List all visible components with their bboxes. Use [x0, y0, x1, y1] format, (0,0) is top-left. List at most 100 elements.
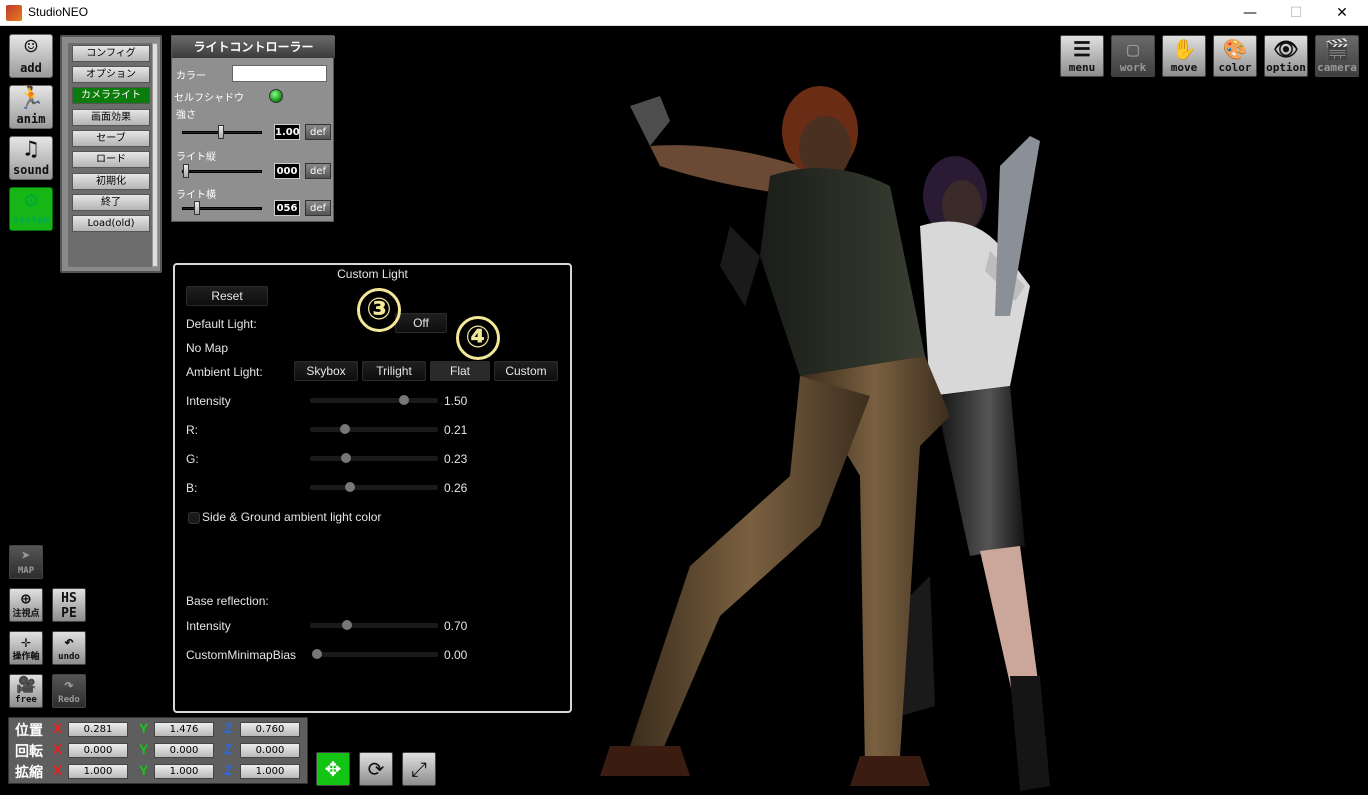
minimize-button[interactable]: — [1227, 0, 1273, 26]
ambient-trilight-button[interactable]: Trilight [362, 361, 426, 381]
hand-icon: ✋ [1171, 37, 1197, 61]
map-arrow-icon: ➤ [21, 546, 31, 565]
reflection-intensity-value: 0.70 [444, 619, 468, 633]
crosshair-icon: ⊕ [21, 589, 31, 608]
move-arrows-icon: ✥ [324, 757, 342, 781]
minimap-bias-value: 0.00 [444, 648, 468, 662]
horizontal-def-button[interactable]: def [305, 200, 331, 216]
scale-tool-button[interactable]: ⤢ [402, 752, 436, 786]
anim-button[interactable]: 🏃 anim [9, 85, 53, 129]
menu-item-screen-effect[interactable]: 画面効果 [72, 109, 150, 126]
menu-item-option[interactable]: オプション [72, 66, 150, 83]
3d-viewport[interactable]: ☺ add 🏃 anim ♫ sound ⚙ system コンフィグ オプショ… [0, 26, 1368, 795]
close-button[interactable]: ✕ [1319, 0, 1365, 26]
menu-item-camera-light[interactable]: カメラライト [72, 87, 150, 104]
r-slider[interactable] [310, 424, 438, 434]
maximize-button[interactable]: ☐ [1273, 0, 1319, 26]
horizontal-slider[interactable] [182, 201, 262, 215]
b-slider[interactable] [310, 482, 438, 492]
focus-point-button[interactable]: ⊕ 注視点 [9, 588, 43, 622]
g-value: 0.23 [444, 452, 468, 466]
free-camera-button[interactable]: 🎥 free [9, 674, 43, 708]
menu-item-exit[interactable]: 終了 [72, 194, 150, 211]
transform-panel: 位置 X 0.281 Y 1.476 Z 0.760 回転 X 0.000 Y … [8, 717, 308, 784]
ambient-skybox-button[interactable]: Skybox [294, 361, 358, 381]
minimap-bias-slider[interactable] [312, 649, 438, 659]
system-button[interactable]: ⚙ system [9, 187, 53, 231]
menu-item-initialize[interactable]: 初期化 [72, 173, 150, 190]
position-z-field[interactable]: 0.760 [240, 722, 300, 737]
position-x-field[interactable]: 0.281 [68, 722, 128, 737]
b-value: 0.26 [444, 481, 468, 495]
strength-slider[interactable] [182, 125, 262, 139]
vertical-slider[interactable] [182, 164, 262, 178]
g-slider-thumb[interactable] [341, 453, 351, 463]
scale-y-axis-label: Y [139, 762, 149, 778]
sound-button[interactable]: ♫ sound [9, 136, 53, 180]
reset-button[interactable]: Reset [186, 286, 268, 306]
strength-value[interactable]: 1.00 [274, 124, 300, 140]
horizontal-value[interactable]: 056 [274, 200, 300, 216]
hspe-button[interactable]: HS PE [52, 588, 86, 622]
horizontal-slider-thumb[interactable] [194, 201, 200, 215]
reflection-intensity-slider[interactable] [310, 620, 438, 630]
vertical-def-button[interactable]: def [305, 163, 331, 179]
rotate-tool-button[interactable]: ⟳ [359, 752, 393, 786]
menu-item-save[interactable]: セーブ [72, 130, 150, 147]
menu-item-config[interactable]: コンフィグ [72, 45, 150, 62]
scale-y-field[interactable]: 1.000 [154, 764, 214, 779]
move-tool-button[interactable]: ✥ [316, 752, 350, 786]
light-color-swatch[interactable] [232, 65, 327, 82]
rotation-z-field[interactable]: 0.000 [240, 743, 300, 758]
menu-item-load[interactable]: ロード [72, 151, 150, 168]
default-light-toggle[interactable]: Off [395, 313, 447, 333]
color-button[interactable]: 🎨 color [1213, 35, 1257, 77]
map-button[interactable]: ➤ MAP [9, 545, 43, 579]
minimap-bias-slider-thumb[interactable] [312, 649, 322, 659]
work-button[interactable]: ▢ work [1111, 35, 1155, 77]
annotation-four: ④ [456, 316, 500, 360]
ambient-flat-button[interactable]: Flat [430, 361, 490, 381]
intensity-slider-thumb[interactable] [399, 395, 409, 405]
rotation-label: 回転 [15, 744, 43, 760]
undo-button[interactable]: ↶ undo [52, 631, 86, 665]
g-slider[interactable] [310, 453, 438, 463]
intensity-slider[interactable] [310, 395, 438, 405]
vertical-slider-thumb[interactable] [183, 164, 189, 178]
strength-label: 強さ [176, 110, 196, 121]
scale-z-axis-label: Z [224, 762, 233, 778]
rotation-y-field[interactable]: 0.000 [154, 743, 214, 758]
option-button[interactable]: 👁 option [1264, 35, 1308, 77]
side-ground-checkbox[interactable] [188, 512, 200, 524]
self-shadow-toggle[interactable] [269, 89, 283, 103]
minimap-bias-label: CustomMinimapBias [186, 648, 297, 662]
vertical-value[interactable]: 000 [274, 163, 300, 179]
horizontal-label: ライト横 [176, 190, 216, 201]
camera-button[interactable]: 🎬 camera [1315, 35, 1359, 77]
gears-icon: ⚙ [24, 188, 38, 213]
position-y-axis-label: Y [139, 720, 149, 736]
menu-item-load-old[interactable]: Load(old) [72, 215, 150, 232]
girl-figure [900, 136, 1050, 791]
strength-slider-thumb[interactable] [218, 125, 224, 139]
rotation-x-field[interactable]: 0.000 [68, 743, 128, 758]
window-icon: ▢ [1126, 37, 1140, 61]
b-label: B: [186, 481, 198, 495]
move-button[interactable]: ✋ move [1162, 35, 1206, 77]
strength-def-button[interactable]: def [305, 124, 331, 140]
r-value: 0.21 [444, 423, 468, 437]
ambient-light-label: Ambient Light: [186, 365, 263, 379]
ambient-custom-button[interactable]: Custom [494, 361, 558, 381]
scale-x-field[interactable]: 1.000 [68, 764, 128, 779]
scale-z-field[interactable]: 1.000 [240, 764, 300, 779]
axis-button[interactable]: ✛ 操作軸 [9, 631, 43, 665]
system-menu-scrollbar[interactable] [152, 43, 158, 267]
add-button[interactable]: ☺ add [9, 34, 53, 78]
redo-icon: ↷ [64, 675, 74, 694]
menu-button[interactable]: ☰ menu [1060, 35, 1104, 77]
r-slider-thumb[interactable] [340, 424, 350, 434]
position-y-field[interactable]: 1.476 [154, 722, 214, 737]
b-slider-thumb[interactable] [345, 482, 355, 492]
reflection-intensity-slider-thumb[interactable] [342, 620, 352, 630]
redo-button[interactable]: ↷ Redo [52, 674, 86, 708]
